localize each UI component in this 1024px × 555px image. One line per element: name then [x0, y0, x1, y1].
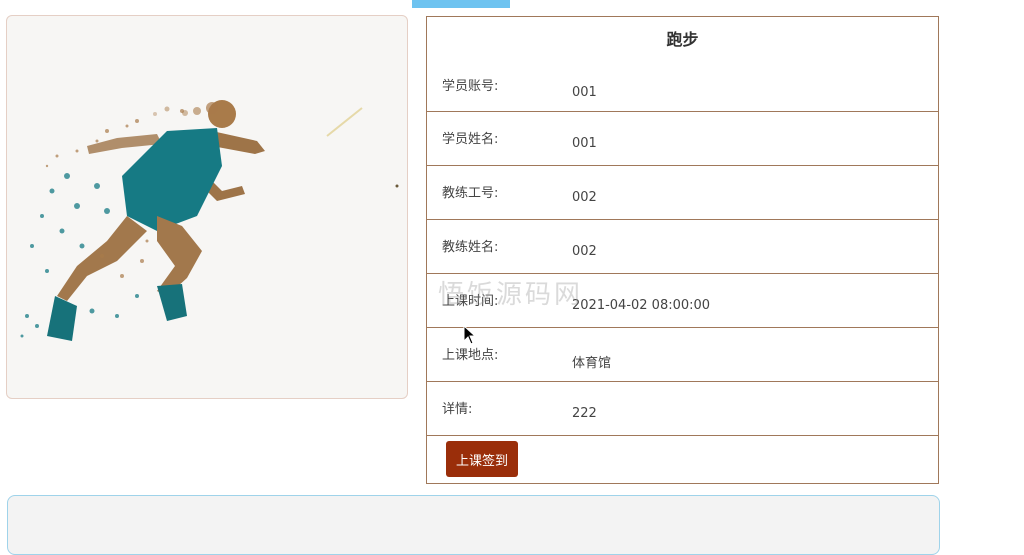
value-details: 222	[572, 406, 597, 421]
row-coach-id: 教练工号: 002	[427, 166, 938, 220]
bottom-panel	[7, 495, 940, 555]
row-class-location: 上课地点: 体育馆	[427, 328, 938, 382]
label-class-location: 上课地点:	[442, 348, 499, 363]
course-image	[6, 15, 408, 399]
value-coach-name: 002	[572, 244, 597, 259]
row-student-account: 学员账号: 001	[427, 61, 938, 112]
course-title: 跑步	[666, 30, 699, 49]
row-coach-name: 教练姓名: 002	[427, 220, 938, 274]
label-coach-id: 教练工号:	[442, 186, 499, 201]
course-info-table: 跑步 学员账号: 001 学员姓名: 001 教练工号: 002 教练姓名: 0…	[426, 16, 939, 484]
action-row: 上课签到	[427, 436, 938, 484]
checkin-button[interactable]: 上课签到	[446, 441, 518, 477]
top-tab-indicator[interactable]	[412, 0, 510, 8]
row-details: 详情: 222	[427, 382, 938, 436]
value-class-time: 2021-04-02 08:00:00	[572, 298, 711, 313]
label-coach-name: 教练姓名:	[442, 240, 499, 255]
row-class-time: 上课时间: 2021-04-02 08:00:00	[427, 274, 938, 328]
runner-illustration	[20, 100, 399, 341]
label-class-time: 上课时间:	[442, 294, 499, 309]
value-student-name: 001	[572, 136, 597, 151]
value-student-account: 001	[572, 85, 597, 100]
label-student-name: 学员姓名:	[442, 132, 499, 147]
label-details: 详情:	[442, 402, 473, 417]
label-student-account: 学员账号:	[442, 79, 499, 94]
value-class-location: 体育馆	[572, 356, 612, 371]
value-coach-id: 002	[572, 190, 597, 205]
row-student-name: 学员姓名: 001	[427, 112, 938, 166]
mouse-cursor-icon	[463, 325, 477, 345]
